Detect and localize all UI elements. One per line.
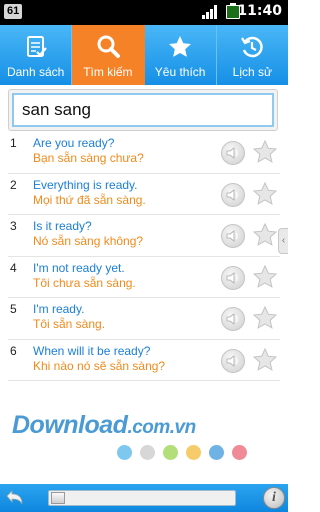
results-list: 1 Are you ready? Bạn sẵn sàng chưa? 2 Ev… bbox=[8, 132, 280, 381]
watermark-logo: Download.com.vn bbox=[12, 411, 196, 440]
english-phrase[interactable]: Everything is ready. bbox=[33, 178, 138, 192]
favorite-star-icon[interactable] bbox=[252, 181, 278, 207]
list-item[interactable]: 3 Is it ready? Nó sẵn sàng không? bbox=[8, 215, 280, 257]
vietnamese-translation: Tôi sẵn sàng. bbox=[33, 317, 106, 331]
item-number: 3 bbox=[10, 219, 17, 233]
signal-icon bbox=[202, 5, 218, 19]
speaker-icon[interactable] bbox=[221, 348, 245, 373]
status-bar: 61 11:40 bbox=[0, 0, 288, 25]
tab-search[interactable]: Tìm kiếm bbox=[72, 25, 145, 85]
speaker-icon[interactable] bbox=[221, 224, 245, 248]
audio-progress-bar[interactable] bbox=[48, 490, 236, 506]
tab-history-label: Lịch sử bbox=[232, 65, 273, 79]
list-item[interactable]: 4 I'm not ready yet. Tôi chưa sẵn sàng. bbox=[8, 257, 280, 298]
list-check-icon bbox=[22, 33, 50, 61]
dot bbox=[140, 445, 155, 460]
dot bbox=[186, 445, 201, 460]
vietnamese-translation: Bạn sẵn sàng chưa? bbox=[33, 151, 144, 165]
search-box bbox=[8, 89, 278, 131]
english-phrase[interactable]: When will it be ready? bbox=[33, 344, 150, 358]
star-icon bbox=[166, 33, 194, 61]
list-item[interactable]: 1 Are you ready? Bạn sẵn sàng chưa? bbox=[8, 132, 280, 174]
item-number: 5 bbox=[10, 302, 17, 316]
item-number: 2 bbox=[10, 177, 17, 192]
speaker-icon[interactable] bbox=[221, 307, 245, 331]
favorite-star-icon[interactable] bbox=[252, 305, 278, 331]
speaker-icon[interactable] bbox=[221, 141, 245, 165]
item-number: 4 bbox=[10, 260, 17, 275]
vietnamese-translation: Khi nào nó sẽ sẵn sàng? bbox=[33, 358, 166, 373]
info-button[interactable]: i bbox=[263, 487, 285, 509]
color-dots bbox=[117, 445, 247, 460]
speaker-icon[interactable] bbox=[221, 182, 245, 207]
watermark-main: Download bbox=[12, 411, 128, 439]
watermark-suffix: .com.vn bbox=[127, 417, 196, 438]
item-number: 1 bbox=[10, 136, 17, 150]
vietnamese-translation: Nó sẵn sàng không? bbox=[33, 234, 144, 248]
dot bbox=[163, 445, 178, 460]
dot bbox=[117, 445, 132, 460]
vietnamese-translation: Mọi thứ đã sẵn sàng. bbox=[33, 192, 146, 207]
list-item[interactable]: 5 I'm ready. Tôi sẵn sàng. bbox=[8, 298, 280, 340]
bottom-bar: i bbox=[0, 484, 288, 512]
english-phrase[interactable]: Is it ready? bbox=[33, 219, 92, 233]
side-drawer-handle[interactable]: ‹ bbox=[278, 228, 288, 254]
tab-list[interactable]: Danh sách bbox=[0, 25, 73, 85]
list-item[interactable]: 2 Everything is ready. Mọi thứ đã sẵn sà… bbox=[8, 174, 280, 215]
dot bbox=[232, 445, 247, 460]
vietnamese-translation: Tôi chưa sẵn sàng. bbox=[33, 275, 136, 290]
speaker-icon[interactable] bbox=[221, 265, 245, 290]
search-icon bbox=[94, 33, 122, 61]
item-number: 6 bbox=[10, 343, 17, 358]
english-phrase[interactable]: Are you ready? bbox=[33, 136, 114, 150]
favorite-star-icon[interactable] bbox=[252, 347, 278, 373]
tab-history[interactable]: Lịch sử bbox=[216, 25, 288, 85]
tab-favorites[interactable]: Yêu thích bbox=[144, 25, 217, 85]
progress-handle[interactable] bbox=[51, 492, 65, 504]
tab-favorites-label: Yêu thích bbox=[154, 65, 206, 79]
clock: 11:40 bbox=[237, 3, 282, 19]
list-item[interactable]: 6 When will it be ready? Khi nào nó sẽ s… bbox=[8, 340, 280, 381]
tab-list-label: Danh sách bbox=[6, 65, 65, 79]
english-phrase[interactable]: I'm ready. bbox=[33, 302, 84, 316]
favorite-star-icon[interactable] bbox=[252, 139, 278, 165]
dot bbox=[209, 445, 224, 460]
history-icon bbox=[238, 33, 266, 61]
english-phrase[interactable]: I'm not ready yet. bbox=[33, 261, 125, 275]
favorite-star-icon[interactable] bbox=[252, 222, 278, 248]
search-input[interactable] bbox=[12, 93, 274, 127]
tab-bar: Danh sách Tìm kiếm Yêu thích Lịch sử bbox=[0, 25, 288, 85]
notification-badge: 61 bbox=[4, 4, 23, 19]
favorite-star-icon[interactable] bbox=[252, 264, 278, 290]
tab-search-label: Tìm kiếm bbox=[83, 65, 133, 79]
back-arrow-icon[interactable] bbox=[3, 487, 25, 509]
